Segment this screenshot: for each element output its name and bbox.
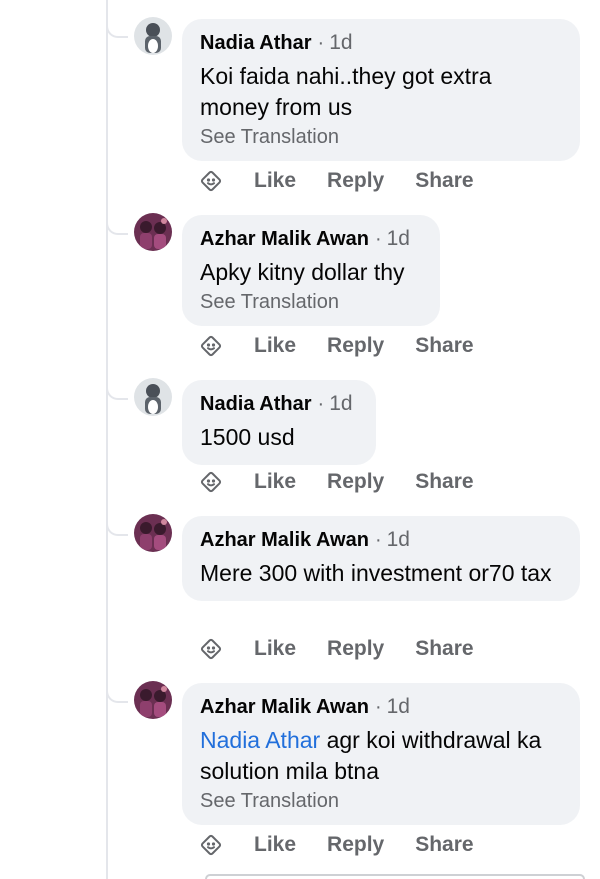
reply-button[interactable]: Reply [327,833,384,857]
comment-bubble: Nadia Athar · 1d 1500 usd [182,380,376,465]
like-button[interactable]: Like [254,334,296,358]
reply-input-box[interactable] [205,874,585,879]
thread-line [106,0,108,879]
comment-author[interactable]: Azhar Malik Awan [200,228,369,251]
mention-link[interactable]: Nadia Athar [200,727,320,753]
share-button[interactable]: Share [415,334,473,358]
react-emoji-icon[interactable] [196,634,226,664]
react-emoji-icon[interactable] [196,166,226,196]
comment-author[interactable]: Nadia Athar [200,393,312,416]
comment-actions: Like Reply Share [196,634,474,664]
react-emoji-icon[interactable] [196,331,226,361]
react-emoji-icon[interactable] [196,467,226,497]
share-button[interactable]: Share [415,470,473,494]
thread-connector [106,213,128,235]
comment-actions: Like Reply Share [196,331,474,361]
comment-time[interactable]: 1d [329,31,352,55]
comment-text: 1500 usd [200,424,295,450]
comment-time[interactable]: 1d [387,528,410,552]
like-button[interactable]: Like [254,169,296,193]
comment-author[interactable]: Nadia Athar [200,32,312,55]
comment-time[interactable]: 1d [329,392,352,416]
separator-dot: · [317,32,325,54]
reply-button[interactable]: Reply [327,470,384,494]
thread-connector [106,16,128,38]
azhar-avatar[interactable] [134,681,172,719]
comment-bubble: Azhar Malik Awan · 1d Apky kitny dollar … [182,215,440,326]
comment-text: Apky kitny dollar thy [200,259,405,285]
see-translation-link[interactable]: See Translation [200,291,339,314]
see-translation-link[interactable]: See Translation [200,790,339,813]
comment-time[interactable]: 1d [387,695,410,719]
comment-text: Koi faida nahi..they got extra money fro… [200,63,492,120]
comment-author[interactable]: Azhar Malik Awan [200,696,369,719]
thread-connector [106,681,128,703]
reply-button[interactable]: Reply [327,637,384,661]
comment-bubble: Nadia Athar · 1d Koi faida nahi..they go… [182,19,580,161]
reply-button[interactable]: Reply [327,169,384,193]
comment-actions: Like Reply Share [196,467,474,497]
share-button[interactable]: Share [415,169,473,193]
separator-dot: · [374,529,382,551]
azhar-avatar[interactable] [134,514,172,552]
share-button[interactable]: Share [415,833,473,857]
thread-connector [106,514,128,536]
comment-actions: Like Reply Share [196,830,474,860]
thread-connector [106,378,128,400]
share-button[interactable]: Share [415,637,473,661]
see-translation-link[interactable]: See Translation [200,126,339,149]
comment-author[interactable]: Azhar Malik Awan [200,529,369,552]
azhar-avatar[interactable] [134,213,172,251]
comment-time[interactable]: 1d [387,227,410,251]
react-emoji-icon[interactable] [196,830,226,860]
like-button[interactable]: Like [254,470,296,494]
separator-dot: · [374,228,382,250]
comment-actions: Like Reply Share [196,166,474,196]
separator-dot: · [317,393,325,415]
like-button[interactable]: Like [254,637,296,661]
like-button[interactable]: Like [254,833,296,857]
comment-bubble: Azhar Malik Awan · 1d Mere 300 with inve… [182,516,580,601]
nadia-avatar[interactable] [134,378,172,416]
separator-dot: · [374,696,382,718]
comment-bubble: Azhar Malik Awan · 1d Nadia Athar agr ko… [182,683,580,825]
nadia-avatar[interactable] [134,17,172,55]
reply-button[interactable]: Reply [327,334,384,358]
comment-text: Mere 300 with investment or70 tax [200,560,552,586]
comment-text: Nadia Athar agr koi withdrawal ka soluti… [200,725,562,787]
